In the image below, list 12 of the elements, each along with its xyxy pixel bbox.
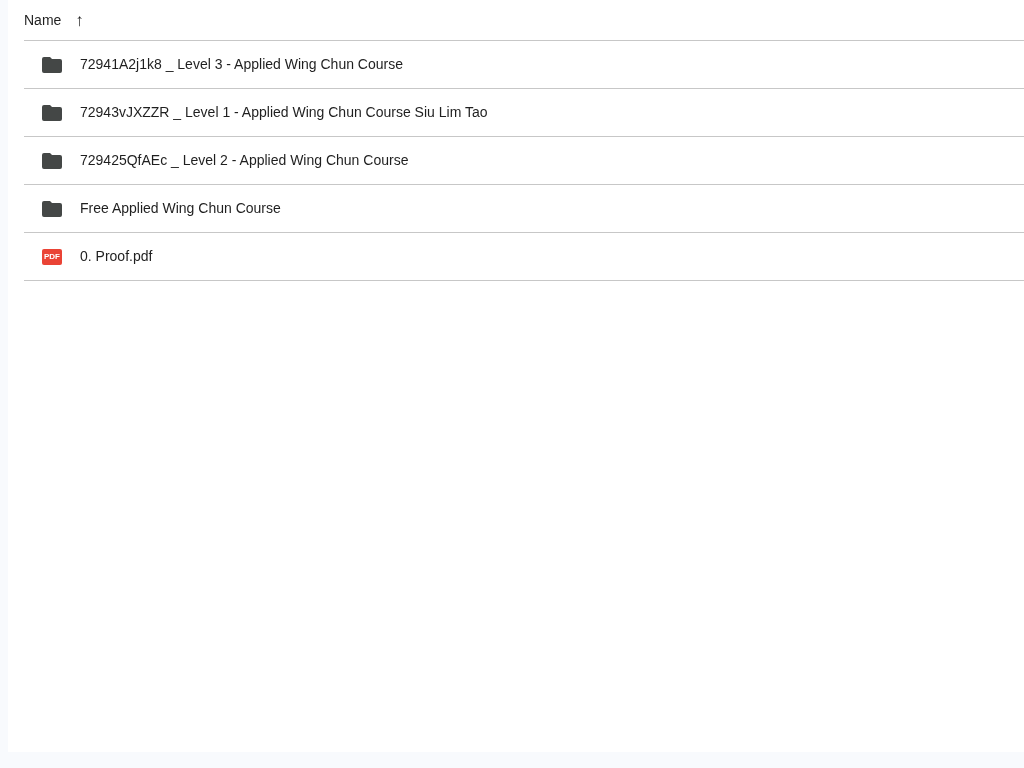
pdf-icon: PDF — [42, 248, 62, 265]
folder-icon — [42, 56, 62, 73]
column-header[interactable]: Name — [24, 9, 62, 31]
folder-icon — [42, 152, 62, 169]
file-name[interactable]: 0. Proof.pdf — [80, 246, 153, 267]
file-name[interactable]: 729425QfAEc _ Level 2 - Applied Wing Chun Course — [80, 150, 409, 171]
sort-button[interactable]: ↑ — [75, 11, 84, 29]
folder-icon — [42, 104, 62, 121]
file-name[interactable]: Free Applied Wing Chun Course — [80, 198, 281, 219]
file-name[interactable]: 72941A2j1k8 _ Level 3 - Applied Wing Chun Course — [80, 54, 403, 75]
folder-icon — [42, 200, 62, 217]
file-name[interactable]: 72943vJXZZR _ Level 1 - Applied Wing Chun Course Siu Lim Tao — [80, 102, 488, 123]
